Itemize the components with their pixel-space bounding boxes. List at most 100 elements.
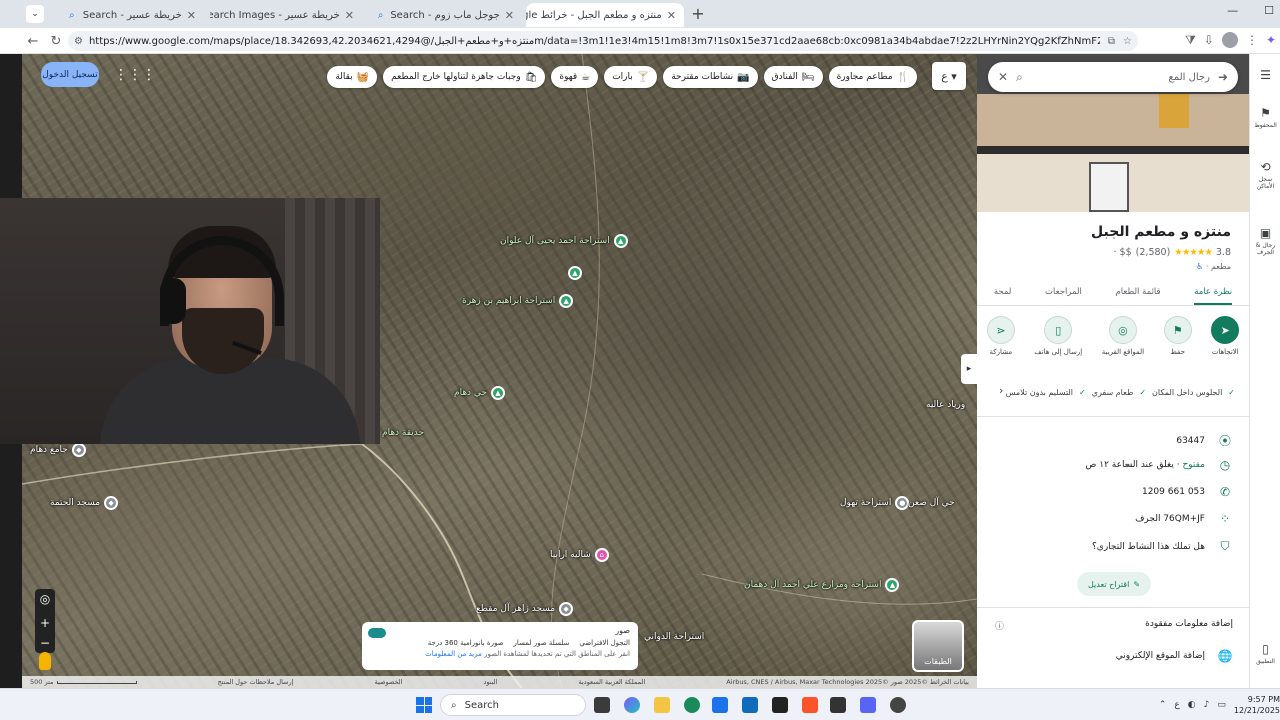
info-phone[interactable]: ✆ 053 661 1209 <box>977 485 1233 499</box>
search-input[interactable]: رجال المع <box>1031 72 1210 83</box>
back-arrow-icon[interactable]: ← <box>24 32 42 50</box>
network-icon[interactable]: ◐ <box>1188 700 1196 710</box>
add-website-row[interactable]: 🌐 إضافة الموقع الإلكتروني <box>977 649 1233 663</box>
star-icon[interactable]: ☆ <box>1123 36 1132 47</box>
more-info-link[interactable]: مزيد من المعلومات <box>425 650 482 658</box>
tab-search-menu-button[interactable]: ⌄ <box>26 5 44 23</box>
zoom-out-button[interactable]: − <box>40 633 50 653</box>
map-place-marker[interactable]: حي آل صعن <box>908 498 955 508</box>
maps-search-box[interactable]: ➜ رجال المع ⌕ ✕ <box>988 62 1238 92</box>
directions-arrow-icon[interactable]: ➜ <box>1218 70 1228 84</box>
info-plus-code[interactable]: ⁘ 76QM+JF الجرف <box>977 512 1233 526</box>
info-hours[interactable]: ◷ مفتوح · يغلق عند الساعة ١٢ ص ▾ <box>977 458 1233 472</box>
language-indicator[interactable]: ع <box>1174 700 1179 710</box>
map-place-marker[interactable]: استراحة الدواني <box>644 632 704 642</box>
outlook-icon[interactable] <box>742 697 758 713</box>
save-button[interactable]: ⚑ حفظ <box>1163 316 1192 356</box>
map-place-marker[interactable]: استراحة ابراهيم بن زهرة ▲ <box>462 294 574 308</box>
chevron-left-icon[interactable]: ‹ <box>999 384 1003 397</box>
map-place-marker[interactable]: حي دهام ▲ <box>454 386 505 400</box>
map-place-marker[interactable]: مسجد زاهر آل مقطع ◆ <box>476 602 574 616</box>
close-icon[interactable]: ✕ <box>667 9 676 22</box>
info-circle-icon[interactable]: ⓘ <box>995 619 1004 632</box>
chevron-down-icon[interactable]: ▾ <box>1125 461 1129 470</box>
tab-overview[interactable]: نظرة عامة <box>1194 282 1233 305</box>
directions-button[interactable]: ➤ الاتجاهات <box>1211 316 1240 356</box>
file-explorer-icon[interactable] <box>654 697 670 713</box>
service-options[interactable]: ✓ الجلوس داخل المكان ✓ طعام سفري ✓ التسليم … <box>1006 388 1235 397</box>
zoom-in-button[interactable]: + <box>40 613 50 633</box>
map-place-marker[interactable]: استراحة تهول ● <box>840 496 910 510</box>
info-address[interactable]: ⦿ 63447 <box>977 432 1233 449</box>
send-to-phone-button[interactable]: ▯ إرسال إلى هاتف <box>1034 316 1082 356</box>
reload-icon[interactable]: ↻ <box>47 32 65 50</box>
tab-about[interactable]: لمحة <box>994 282 1012 305</box>
windows-start-icon[interactable] <box>416 697 432 713</box>
rail-get-app[interactable]: ▯ التطبيق <box>1250 642 1280 665</box>
map-scale[interactable]: 500 متر <box>30 678 137 686</box>
sign-in-button[interactable]: تسجيل الدخول <box>41 62 99 87</box>
rail-history[interactable]: ⟲ سجل الأماكن <box>1250 160 1280 190</box>
app-icon[interactable] <box>772 697 788 713</box>
place-category[interactable]: مطعم · <box>1206 262 1231 271</box>
browser-tab[interactable]: ✕ خريطة عسير - Search ⌕ <box>52 3 204 27</box>
edge-icon[interactable] <box>684 697 700 713</box>
copilot-icon[interactable]: ✦ <box>1266 33 1276 47</box>
chip-takeout[interactable]: 🛍 وجبات جاهزة لتناولها خارج المطعم <box>383 66 546 88</box>
tab-menu[interactable]: قائمة الطعام <box>1116 282 1161 305</box>
chip-hotels[interactable]: 🛏 الفنادق <box>763 66 823 88</box>
chip-restaurants[interactable]: 🍴 مطاعم مجاورة <box>828 66 917 88</box>
brave-icon[interactable] <box>802 697 818 713</box>
layers-button[interactable]: الطبقات <box>912 620 964 672</box>
collapse-panel-button[interactable]: ▸ <box>961 354 977 384</box>
rail-recent-place[interactable]: ▣ رجال & الجرف <box>1250 226 1280 256</box>
browser-tab[interactable]: ✕ جوجل ماب زوم - Search ⌕ <box>368 3 522 27</box>
downloads-icon[interactable]: ⇩ <box>1204 33 1214 47</box>
map-place-marker[interactable]: استراحة احمد يحيى آل علوان ▲ <box>500 234 628 248</box>
rail-saved[interactable]: ⚑ المحفوظ <box>1250 106 1280 129</box>
extensions-icon[interactable]: ⧩ <box>1185 33 1196 48</box>
review-count[interactable]: (2,580) <box>1136 247 1171 258</box>
obs-icon[interactable] <box>830 697 846 713</box>
map-place-marker[interactable]: حديقة دهام <box>382 428 424 438</box>
search-icon[interactable]: ⌕ <box>1016 70 1023 85</box>
browser-tab[interactable]: ✕ خريطة عسير - Search Images ⌕ <box>210 3 362 27</box>
suggest-edit-button[interactable]: ✎ اقتراح تعديل <box>1077 572 1151 596</box>
close-icon[interactable]: ✕ <box>187 9 196 22</box>
map-place-marker[interactable]: ورياد عاليه <box>926 400 965 410</box>
map-place-marker[interactable]: جامع دهام ◆ <box>30 443 86 457</box>
map-place-marker[interactable]: مسجد الحتمة ◆ <box>50 496 119 510</box>
site-info-icon[interactable]: ⚙ <box>74 36 83 47</box>
profile-avatar[interactable] <box>1221 32 1238 48</box>
map-place-marker[interactable]: شاليه ارابيا ⌂ <box>550 548 609 562</box>
tab-reviews[interactable]: المراجعات <box>1045 282 1082 305</box>
discord-icon[interactable] <box>860 697 876 713</box>
install-icon[interactable]: ⧉ <box>1108 36 1115 47</box>
map-place-marker[interactable]: ▲ <box>568 266 582 280</box>
my-location-icon[interactable]: ◎ <box>40 589 50 609</box>
close-icon[interactable]: ✕ <box>998 70 1008 84</box>
map-country[interactable]: المملكة العربية السعودية <box>579 678 646 686</box>
share-button[interactable]: ⋖ مشاركة <box>986 316 1015 356</box>
new-tab-button[interactable]: + <box>689 4 707 23</box>
task-view-icon[interactable] <box>594 697 610 713</box>
close-icon[interactable]: ✕ <box>345 9 354 22</box>
store-icon[interactable] <box>712 697 728 713</box>
chip-activities[interactable]: 📷 نشاطات مقترحة <box>663 66 758 88</box>
chip-groceries[interactable]: 🧺 بقالة <box>327 66 378 88</box>
browser-tab-active[interactable]: ✕ منتزه و مطعم الجبل - خرائط Google ● <box>526 3 684 27</box>
info-claim[interactable]: ⛉ هل تملك هذا النشاط التجاري؟ <box>977 539 1233 554</box>
chip-coffee[interactable]: ☕ قهوة <box>551 66 599 88</box>
copilot-icon[interactable] <box>624 697 640 713</box>
address-bar[interactable]: ⚙ https://www.google.com/maps/place/منتز… <box>68 31 1138 51</box>
map-place-marker[interactable]: استراحة ومزارع علي احمد آل دهمان ▲ <box>744 578 900 592</box>
taskbar-clock[interactable]: 9:57 PM 12/21/2025 <box>1234 694 1280 716</box>
close-icon[interactable]: ✕ <box>505 9 514 22</box>
chip-more-button[interactable]: ع ▾ <box>932 62 966 90</box>
apps-grid-icon[interactable]: ⋮⋮⋮ <box>114 67 156 83</box>
recorder-icon[interactable] <box>890 697 906 713</box>
nearby-button[interactable]: ◎ المواقع القريبة <box>1102 316 1144 356</box>
chevron-up-icon[interactable]: ⌃ <box>1159 700 1167 710</box>
maximize-icon[interactable]: ☐ <box>1264 4 1274 17</box>
battery-icon[interactable]: ▭ <box>1217 700 1226 710</box>
